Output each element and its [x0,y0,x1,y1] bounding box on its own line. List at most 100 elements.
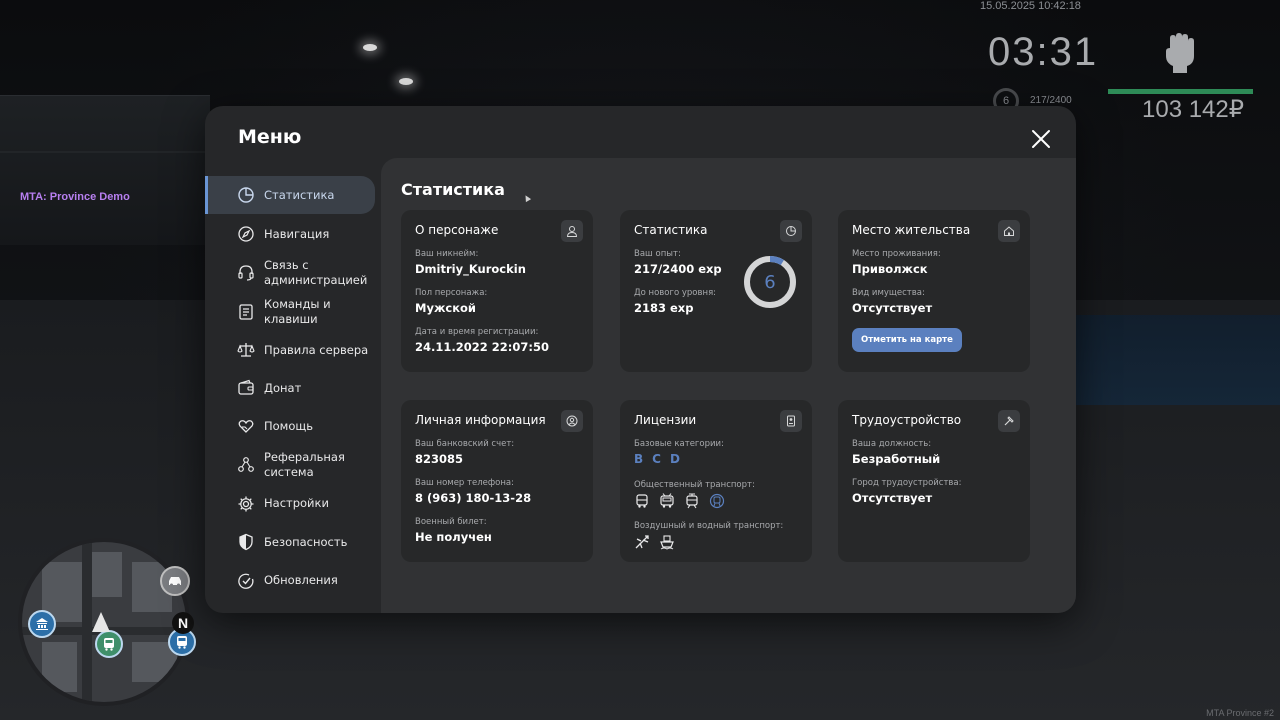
residence-value: Приволжск [852,262,928,276]
sidebar-item-label: Обновления [264,573,338,587]
map-road [82,542,92,702]
card-title: Личная информация [415,413,546,427]
card-employment: Трудоустройство Ваша должность: Безработ… [838,400,1030,562]
heart-hand-icon [238,419,254,433]
card-title: Место жительства [852,223,971,237]
compass-icon [238,226,254,242]
gear-icon [238,496,254,511]
residence-label: Место проживания: [852,249,941,259]
sidebar-item-donate[interactable]: Донат [205,369,375,407]
card-title: Лицензии [634,413,697,427]
map-block [92,552,122,597]
sidebar-item-navigation[interactable]: Навигация [205,215,375,253]
license-category: D [669,452,680,466]
sidebar-item-label: Команды и клавиши [264,296,331,326]
license-category: C [652,452,661,466]
document-icon [239,303,253,320]
menu-title: Меню [238,126,302,148]
shield-icon [239,533,253,551]
gender-value: Мужской [415,301,476,315]
bank-map-icon [28,610,56,638]
public-transport-label: Общественный транспорт: [634,480,755,490]
nickname-value: Dmitriy_Kurockin [415,262,526,276]
hud-datetime: 15.05.2025 10:42:18 [980,0,1081,12]
sidebar-item-contact-admin[interactable]: Связь с администрацией [205,253,375,292]
street-lamp [399,78,413,85]
air-water-transport-label: Воздушный и водный транспорт: [634,521,784,531]
sidebar-item-label: Помощь [264,419,314,433]
sidebar-item-statistics[interactable]: Статистика [205,176,375,214]
property-label: Вид имущества: [852,288,925,298]
close-icon[interactable] [1030,128,1052,150]
card-personal-info: Личная информация Ваш банковский счет: 8… [401,400,593,562]
plane-icon [635,535,649,549]
scales-icon [237,343,255,357]
menu-window: Меню Статистика Навигация Связь с админи… [205,106,1076,613]
military-id-label: Военный билет: [415,517,487,527]
bank-account-label: Ваш банковский счет: [415,439,515,449]
sidebar-item-label: Правила сервера [264,342,369,357]
card-residence: Место жительства Место проживания: Приво… [838,210,1030,372]
hud-clock: 03:31 [988,30,1099,74]
sidebar-item-referral[interactable]: Реферальная система [205,446,375,484]
card-title: Трудоустройство [852,413,962,427]
trolleybus-icon [660,493,674,508]
work-city-label: Город трудоустройства: [852,478,962,488]
sidebar-item-help[interactable]: Помощь [205,407,375,446]
position-value: Безработный [852,452,941,466]
player-arrow-icon [92,612,110,632]
sidebar-item-label: Связь с администрацией [264,257,368,287]
background-water [1070,315,1280,405]
sidebar-item-label: Статистика [264,187,335,202]
sidebar-item-settings[interactable]: Настройки [205,484,375,523]
map-block [42,642,77,692]
watermark: MTA Province #2 [1206,708,1274,718]
nickname-label: Ваш никнейм: [415,249,479,259]
base-categories-label: Базовые категории: [634,439,724,449]
background-building [0,95,210,245]
tram-icon [686,493,698,509]
card-licenses: Лицензии Базовые категории: B C D Общест… [620,400,812,562]
fist-icon [1166,33,1194,73]
street-lamp [363,44,377,51]
hud-money: 103 142₽ [1142,96,1245,123]
registration-label: Дата и время регистрации: [415,327,539,337]
license-icon [780,410,802,432]
map-north-indicator: N [172,612,194,634]
card-title: О персонаже [415,223,499,237]
license-categories: B C D [634,452,798,466]
registration-value: 24.11.2022 22:07:50 [415,340,549,354]
car-map-icon [160,566,190,596]
pie-chart-icon [780,220,802,242]
sidebar-item-security[interactable]: Безопасность [205,523,375,561]
sidebar-item-label: Настройки [264,496,329,510]
server-tag: MTA: Province Demo [20,191,130,203]
card-statistics: Статистика Ваш опыт: 217/2400 exp До нов… [620,210,812,372]
content-title: Статистика [401,180,505,199]
card-character: О персонаже Ваш никнейм: Dmitriy_Kurocki… [401,210,593,372]
card-title: Статистика [634,223,708,237]
referral-icon [238,457,254,472]
sidebar: Статистика Навигация Связь с администрац… [205,176,381,600]
sidebar-item-label: Навигация [264,226,330,241]
level-number: 6 [764,271,776,293]
sidebar-item-commands[interactable]: Команды и клавиши [205,292,375,331]
air-water-transport-icons [634,534,798,550]
wallet-icon [238,379,254,395]
sidebar-item-updates[interactable]: Обновления [205,561,375,600]
home-icon [998,220,1020,242]
boat-icon [660,535,674,550]
content-panel: Статистика О персонаже Ваш никнейм: Dmit… [381,158,1076,613]
metro-icon [709,493,725,509]
health-bar [1108,89,1253,94]
license-category: B [634,452,644,466]
sidebar-item-rules[interactable]: Правила сервера [205,331,375,369]
sidebar-item-label: Безопасность [264,534,348,549]
bus-stop-map-icon [95,630,123,658]
health-bar-fill [1108,89,1253,94]
mark-on-map-button[interactable]: Отметить на карте [852,328,962,352]
hud-exp: 217/2400 [1030,95,1072,106]
sidebar-item-label: Донат [264,380,302,395]
public-transport-icons [634,493,798,509]
position-label: Ваша должность: [852,439,932,449]
